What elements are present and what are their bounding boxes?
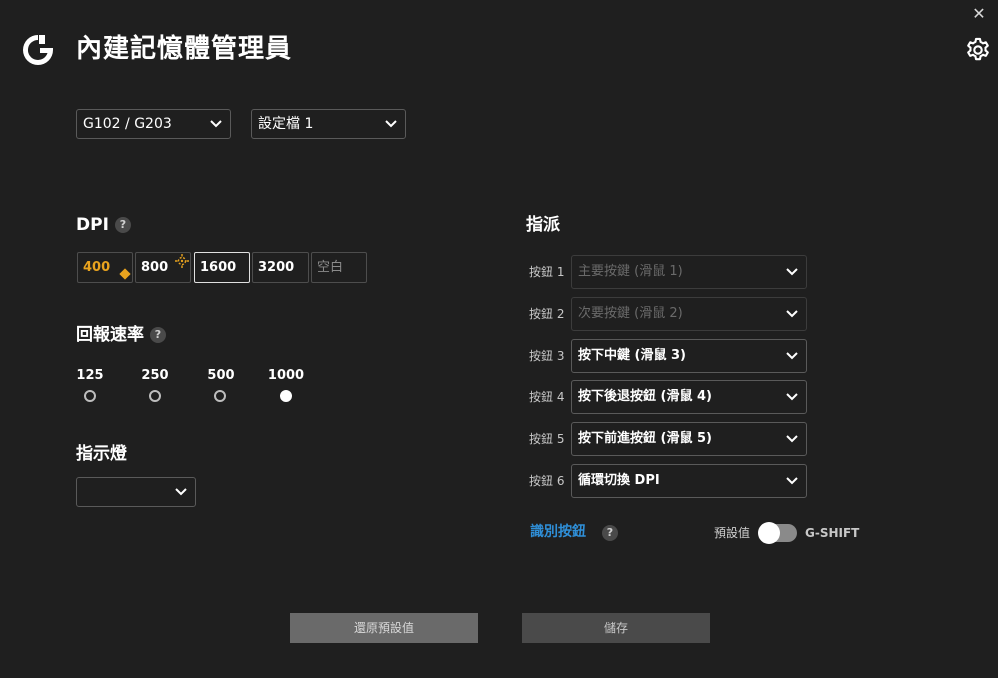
dpi-level-1[interactable]: 400 [77,252,133,283]
rate-option-label: 1000 [267,368,305,383]
button-2-assignment-value: 次要按鍵 (滑鼠 2) [578,306,683,321]
button-2-label: 按鈕 2 [529,307,565,321]
gear-icon[interactable] [964,36,992,64]
button-4-assignment-select[interactable]: 按下後退按鈕 (滑鼠 4) [571,380,807,414]
toggle-knob [758,522,780,544]
restore-defaults-button[interactable]: 還原預設值 [290,613,478,643]
gshift-toggle[interactable] [758,522,797,544]
rate-option-label: 500 [207,368,235,383]
dpi-title: DPI [76,215,109,235]
button-1-assignment-value: 主要按鍵 (滑鼠 1) [578,264,683,279]
memory-manager-window: 內建記憶體管理員 ✕ G102 / G203 設定檔 1 DPI? 400 80… [0,0,998,678]
button-2-assignment-select[interactable]: 次要按鍵 (滑鼠 2) [571,297,807,331]
default-dpi-diamond-icon [119,268,131,280]
dpi-level-5[interactable]: 空白 [311,252,367,283]
dpi-level-value: 400 [83,260,111,275]
dpi-level-value: 1600 [200,260,237,275]
save-button[interactable]: 儲存 [522,613,710,643]
indicator-select[interactable] [76,477,196,507]
indicator-title: 指示燈 [76,444,127,464]
button-4-label: 按鈕 4 [529,390,565,404]
gshift-label: G-SHIFT [805,526,860,540]
profile-select-value: 設定檔 1 [258,116,314,132]
assignments-title: 指派 [526,215,560,235]
page-title: 內建記憶體管理員 [76,34,293,64]
rate-radio-1000[interactable] [280,390,292,402]
button-6-assignment-value: 循環切換 DPI [578,473,660,488]
chevron-down-icon [786,352,798,360]
report-rate-section-title: 回報速率? [76,324,166,346]
button-5-assignment-select[interactable]: 按下前進按鈕 (滑鼠 5) [571,422,807,456]
dpi-level-value: 空白 [317,260,344,275]
rate-radio-125[interactable] [84,390,96,402]
rate-radio-500[interactable] [214,390,226,402]
button-4-assignment-value: 按下後退按鈕 (滑鼠 4) [578,389,712,404]
button-3-assignment-select[interactable]: 按下中鍵 (滑鼠 3) [571,339,807,373]
button-6-assignment-select[interactable]: 循環切換 DPI [571,464,807,498]
device-select[interactable]: G102 / G203 [76,109,231,139]
button-3-label: 按鈕 3 [529,349,565,363]
chevron-down-icon [786,477,798,485]
dpi-level-value: 3200 [258,260,295,275]
identify-buttons-link[interactable]: 識別按鈕 [530,522,586,542]
preset-label: 預設值 [714,526,751,540]
rate-option-label: 125 [76,368,104,383]
chevron-down-icon [786,268,798,276]
chevron-down-icon [786,310,798,318]
button-5-assignment-value: 按下前進按鈕 (滑鼠 5) [578,431,712,446]
button-6-label: 按鈕 6 [529,474,565,488]
dpi-shift-crosshair-icon [175,254,189,268]
chevron-down-icon [175,488,187,496]
dpi-level-value: 800 [141,260,169,275]
rate-radio-250[interactable] [149,390,161,402]
dpi-level-3[interactable]: 1600 [194,252,250,283]
button-1-label: 按鈕 1 [529,265,565,279]
dpi-help-icon[interactable]: ? [114,217,131,233]
logitech-g-logo [23,35,53,65]
button-3-assignment-value: 按下中鍵 (滑鼠 3) [578,348,686,363]
dpi-section-title: DPI? [76,214,131,236]
profile-select[interactable]: 設定檔 1 [251,109,406,139]
button-5-label: 按鈕 5 [529,432,565,446]
close-icon[interactable]: ✕ [969,4,989,24]
rate-option-label: 250 [141,368,169,383]
button-1-assignment-select[interactable]: 主要按鍵 (滑鼠 1) [571,255,807,289]
chevron-down-icon [786,393,798,401]
report-rate-help-icon[interactable]: ? [150,327,166,343]
device-select-value: G102 / G203 [83,116,172,132]
report-rate-title: 回報速率 [76,325,144,345]
identify-help-icon[interactable]: ? [602,525,618,541]
chevron-down-icon [210,120,222,128]
chevron-down-icon [385,120,397,128]
chevron-down-icon [786,435,798,443]
dpi-level-4[interactable]: 3200 [252,252,309,283]
